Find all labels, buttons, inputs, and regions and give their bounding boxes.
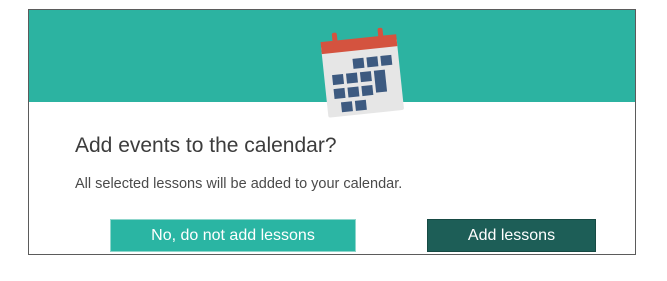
add-lessons-button[interactable]: Add lessons xyxy=(427,219,596,252)
do-not-add-lessons-button[interactable]: No, do not add lessons xyxy=(110,219,356,252)
dialog-title: Add events to the calendar? xyxy=(75,134,337,157)
add-events-dialog: Add events to the calendar? All selected… xyxy=(28,9,636,255)
dialog-message: All selected lessons will be added to yo… xyxy=(75,176,403,192)
calendar-icon xyxy=(320,27,404,118)
